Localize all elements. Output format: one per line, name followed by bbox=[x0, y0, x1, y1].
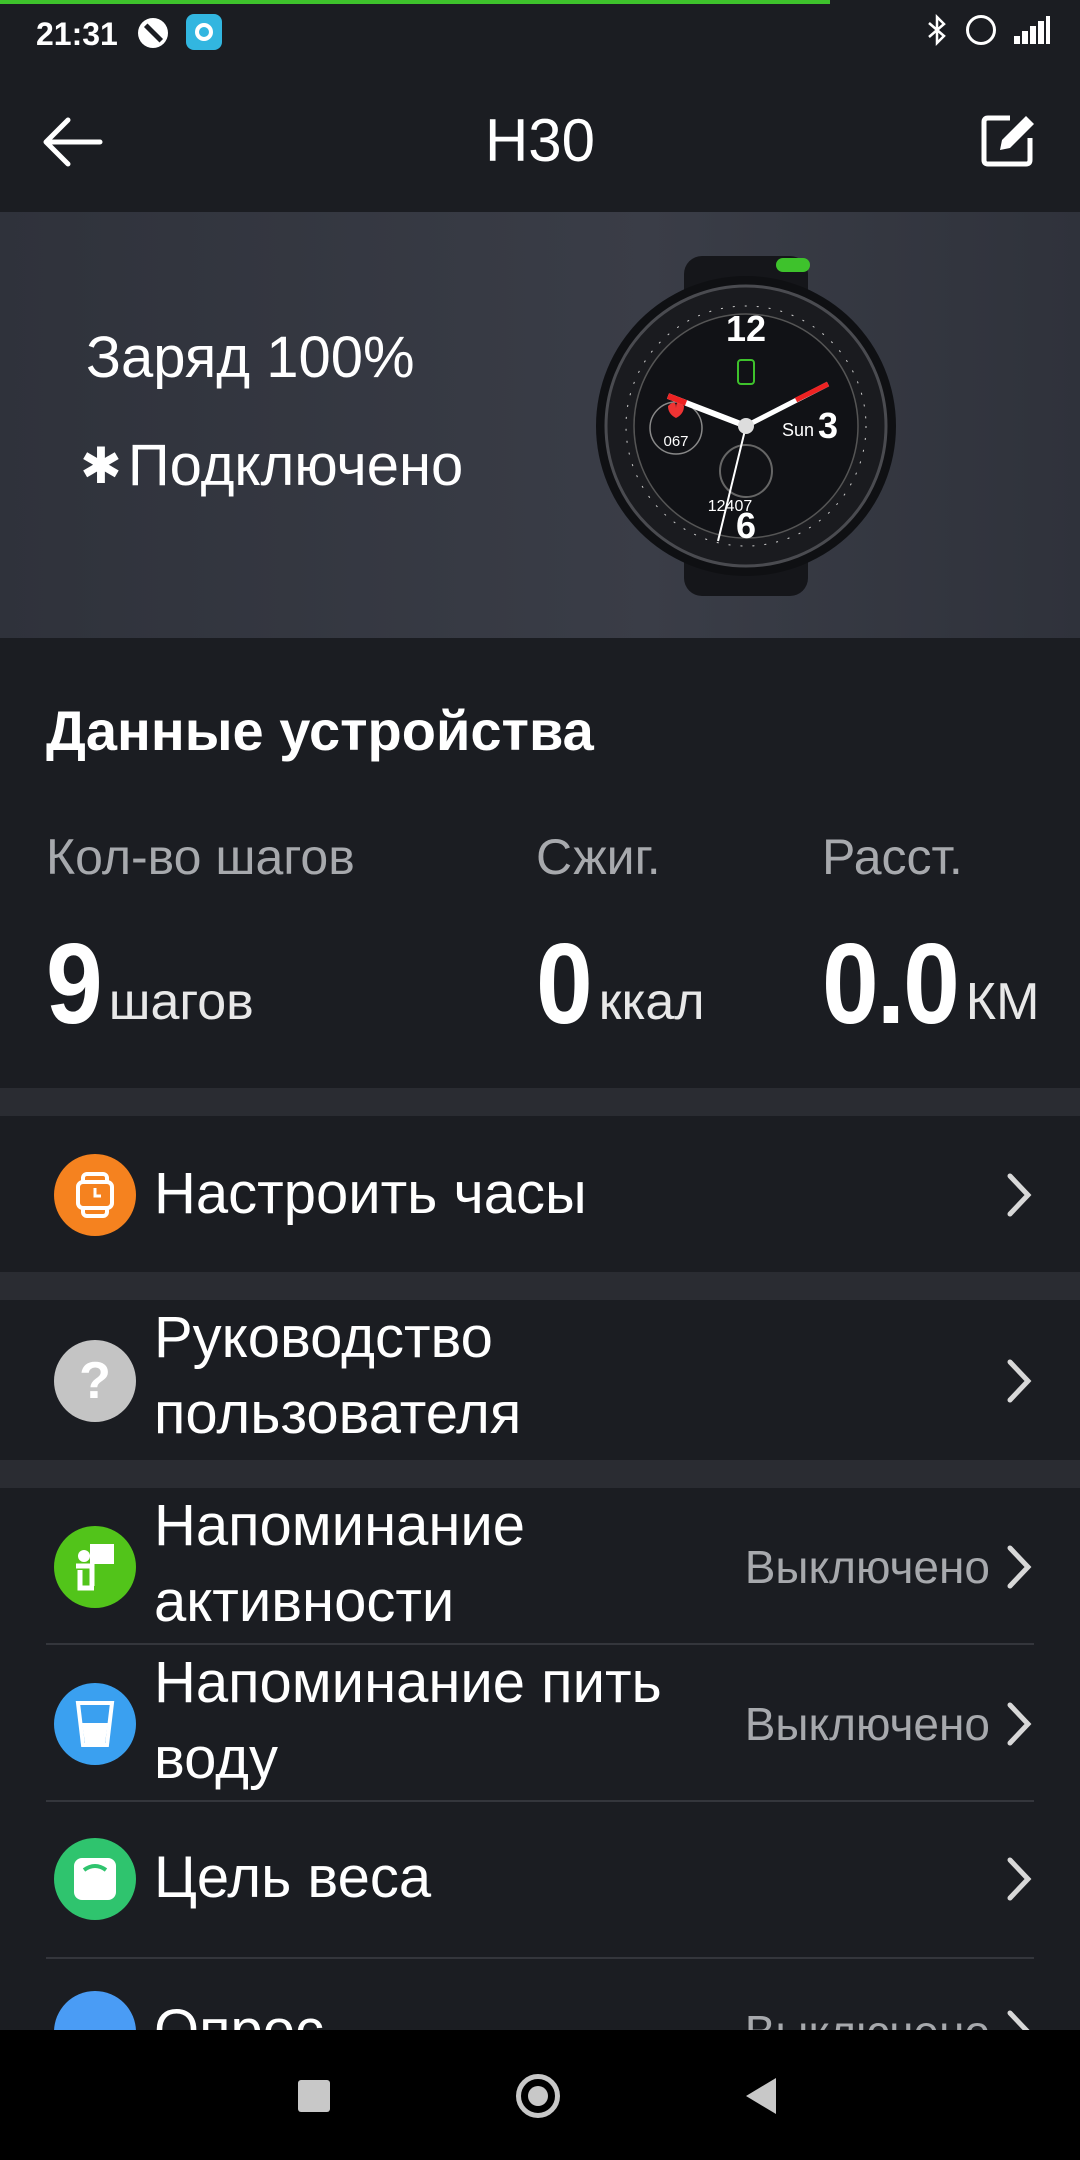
device-hero: Заряд 100% ✱ Подключено 12 3 6 Sun 067 1… bbox=[0, 212, 1080, 638]
system-nav-bar bbox=[0, 2030, 1080, 2160]
activity-reminder-line1: Напоминание bbox=[154, 1493, 526, 1558]
configure-watch-label: Настроить часы bbox=[154, 1161, 587, 1226]
activity-reminder-label: Напоминание активности bbox=[154, 1488, 525, 1640]
water-reminder-line1: Напоминание пить bbox=[154, 1650, 662, 1715]
watch-heart: 067 bbox=[663, 433, 688, 450]
connection-label: Подключено bbox=[127, 433, 464, 498]
steps-value: 9 bbox=[46, 920, 103, 1048]
steps-label: Кол-во шагов bbox=[46, 829, 355, 885]
question-icon: ? bbox=[54, 1340, 136, 1422]
activity-icon bbox=[54, 1526, 136, 1608]
user-guide-row[interactable]: ? Руководство пользователя bbox=[0, 1300, 1080, 1460]
bluetooth-icon bbox=[928, 14, 946, 46]
weight-goal-row[interactable]: Цель веса bbox=[0, 1802, 1080, 1958]
app-bar: H30 bbox=[0, 70, 1080, 212]
chevron-right-icon bbox=[1007, 1857, 1032, 1901]
alarm-icon bbox=[966, 15, 996, 45]
user-guide-line2: пользователя bbox=[154, 1381, 522, 1446]
configure-watch-row[interactable]: Настроить часы bbox=[0, 1116, 1080, 1272]
calories-value: 0 bbox=[536, 920, 593, 1048]
distance-unit: КМ bbox=[965, 973, 1040, 1031]
survey-label: Опрос bbox=[154, 1993, 324, 2030]
app-notification-icon bbox=[186, 14, 222, 50]
steps-stat: Кол-во шагов 9 шагов bbox=[46, 828, 355, 1048]
status-time: 21:31 bbox=[36, 16, 118, 52]
watch-steps: 12407 bbox=[708, 498, 753, 515]
connection-status: ✱ Подключено bbox=[80, 432, 463, 499]
survey-row[interactable]: Опрос Выключено bbox=[0, 1959, 1080, 2030]
section-gap bbox=[0, 1088, 1080, 1116]
water-reminder-line2: воду bbox=[154, 1726, 278, 1791]
watch-dial-12: 12 bbox=[726, 308, 766, 349]
chevron-right-icon bbox=[1007, 1359, 1032, 1403]
weight-goal-label: Цель веса bbox=[154, 1845, 432, 1910]
battery-status: Заряд 100% bbox=[86, 325, 415, 390]
water-glass-icon bbox=[54, 1683, 136, 1765]
svg-text:?: ? bbox=[79, 1352, 111, 1410]
page-title: H30 bbox=[484, 107, 596, 174]
distance-value: 0.0 bbox=[822, 920, 960, 1048]
home-button[interactable] bbox=[516, 2074, 560, 2118]
user-guide-label: Руководство пользователя bbox=[154, 1300, 521, 1452]
activity-reminder-line2: активности bbox=[154, 1569, 455, 1634]
loading-progress-bar bbox=[0, 0, 830, 4]
info-icon bbox=[54, 1991, 136, 2030]
activity-reminder-status: Выключено bbox=[744, 1541, 990, 1593]
distance-stat: Расст. 0.0 КМ bbox=[822, 828, 1040, 1048]
recents-button[interactable] bbox=[298, 2080, 330, 2112]
water-reminder-status: Выключено bbox=[744, 1698, 990, 1750]
device-data-card: Данные устройства Кол-во шагов 9 шагов С… bbox=[0, 638, 1080, 1088]
chevron-right-icon bbox=[1007, 1702, 1032, 1746]
bluetooth-icon: ✱ bbox=[80, 437, 122, 494]
status-icons bbox=[926, 14, 1050, 46]
water-reminder-row[interactable]: Напоминание пить воду Выключено bbox=[0, 1645, 1080, 1801]
edit-button[interactable] bbox=[978, 110, 1038, 170]
watch-image: 12 3 6 Sun 067 12407 bbox=[596, 256, 896, 596]
dnd-icon bbox=[138, 18, 168, 48]
chevron-right-icon bbox=[1007, 1173, 1032, 1217]
system-back-button[interactable] bbox=[746, 2078, 776, 2114]
calories-label: Сжиг. bbox=[536, 829, 661, 885]
section-gap bbox=[0, 1272, 1080, 1300]
steps-unit: шагов bbox=[108, 973, 254, 1031]
survey-status: Выключено bbox=[745, 2005, 990, 2030]
calories-unit: ккал bbox=[598, 973, 705, 1031]
status-bar: 21:31 bbox=[0, 0, 1080, 70]
scale-icon bbox=[54, 1838, 136, 1920]
water-reminder-label: Напоминание пить воду bbox=[154, 1645, 662, 1797]
watch-icon bbox=[54, 1154, 136, 1236]
watch-dial-3: 3 bbox=[818, 405, 838, 446]
watch-day: Sun bbox=[782, 420, 814, 440]
activity-reminder-row[interactable]: Напоминание активности Выключено bbox=[0, 1488, 1080, 1644]
distance-label: Расст. bbox=[822, 829, 963, 885]
chevron-right-icon bbox=[1007, 1545, 1032, 1589]
signal-icon bbox=[1014, 16, 1050, 44]
user-guide-line1: Руководство bbox=[154, 1305, 493, 1370]
calories-stat: Сжиг. 0 ккал bbox=[536, 828, 705, 1048]
section-title: Данные устройства bbox=[46, 699, 594, 762]
edit-icon bbox=[981, 115, 1034, 167]
section-gap bbox=[0, 1460, 1080, 1488]
chevron-right-icon bbox=[1007, 2010, 1030, 2030]
